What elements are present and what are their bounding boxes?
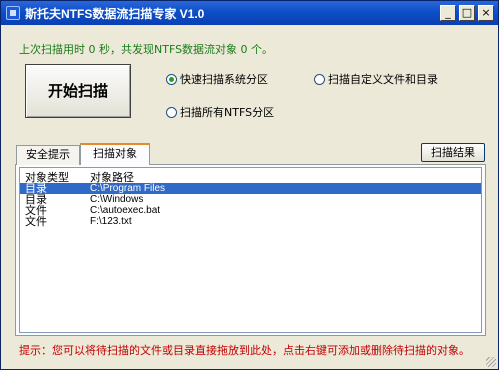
row-path: C:\Program Files [90,183,166,194]
row-type: 文件 [25,215,47,228]
list-row[interactable]: 文件 F:\123.txt [20,216,481,227]
tab-security-tips[interactable]: 安全提示 [16,145,80,165]
scan-results-button[interactable]: 扫描结果 [421,143,485,162]
window-title: 斯托夫NTFS数据流扫描专家 V1.0 [25,7,205,21]
radio-all-ntfs-scan[interactable]: 扫描所有NTFS分区 [166,104,274,120]
radio-indicator [314,73,325,85]
radio-label: 快速扫描系统分区 [180,73,268,86]
list-row[interactable]: 文件 C:\autoexec.bat [20,205,481,216]
minimize-button[interactable]: _ [440,5,456,21]
list-header: 对象类型 对象路径 [20,168,481,184]
start-scan-button[interactable]: 开始扫描 [25,64,131,118]
radio-custom-scan[interactable]: 扫描自定义文件和目录 [314,71,438,87]
maximize-button[interactable]: □ [459,5,475,21]
list-row[interactable]: 目录 C:\Windows [20,194,481,205]
radio-label: 扫描自定义文件和目录 [328,73,438,86]
radio-quick-scan[interactable]: 快速扫描系统分区 [166,71,268,87]
row-path: C:\autoexec.bat [90,205,161,216]
scan-status-text: 上次扫描用时 0 秒，共发现NTFS数据流对象 0 个。 [19,43,274,56]
drag-drop-hint: 提示：您可以将待扫描的文件或目录直接拖放到此处，点击右键可添加或删除待扫描的对象… [19,344,470,357]
row-path: F:\123.txt [90,216,132,227]
main-window: 斯托夫NTFS数据流扫描专家 V1.0 _ □ × 上次扫描用时 0 秒，共发现… [0,0,499,370]
list-row[interactable]: 目录 C:\Program Files [20,183,481,194]
tab-scan-objects[interactable]: 扫描对象 [80,143,150,165]
resize-grip-icon[interactable] [486,357,496,367]
radio-indicator [166,106,177,118]
radio-indicator [166,73,177,85]
title-bar[interactable]: 斯托夫NTFS数据流扫描专家 V1.0 _ □ × [1,1,498,25]
row-path: C:\Windows [90,194,144,205]
close-button[interactable]: × [478,5,494,21]
radio-label: 扫描所有NTFS分区 [180,106,275,119]
scan-object-list[interactable]: 对象类型 对象路径 目录 C:\Program Files 目录 C:\Wind… [19,167,482,333]
app-icon [6,6,20,20]
